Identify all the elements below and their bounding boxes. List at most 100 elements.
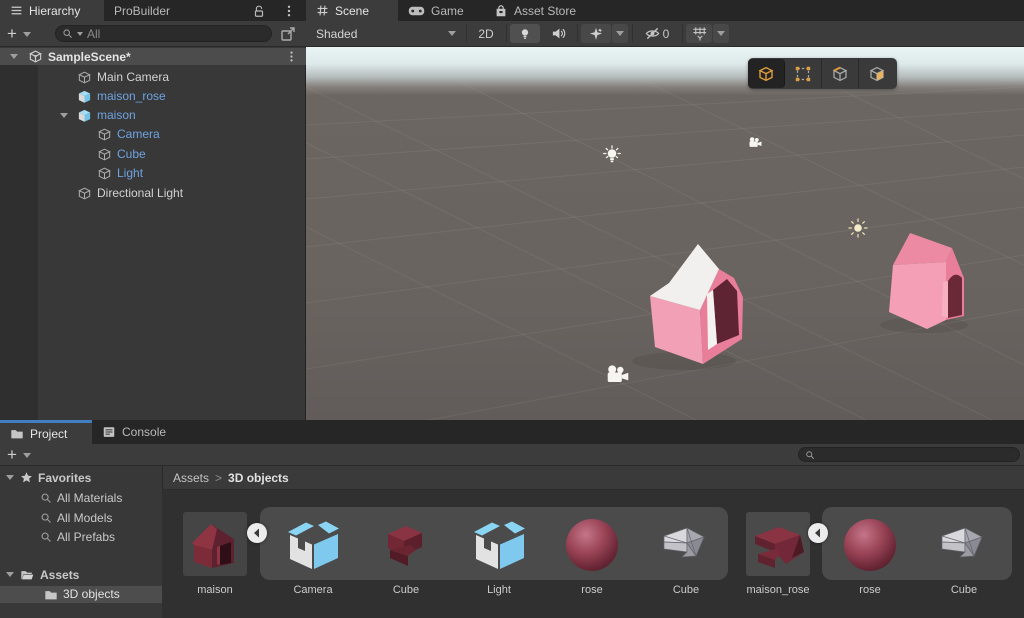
scene-audio-button[interactable] — [542, 24, 574, 43]
asset-label: Camera — [273, 584, 353, 598]
create-asset-caret[interactable] — [23, 453, 31, 458]
sidebar-item-label: All Models — [57, 511, 112, 525]
folder-icon — [44, 588, 58, 602]
tab-probuilder[interactable]: ProBuilder — [104, 0, 206, 21]
face-mode-icon — [868, 65, 886, 83]
sphere-material-thumbnail — [838, 512, 902, 576]
hierarchy-search-field[interactable]: All — [55, 25, 272, 42]
asset-maison[interactable] — [183, 512, 247, 576]
sidebar-folder-3d-objects[interactable]: 3D objects — [0, 586, 162, 603]
scene-effects-caret[interactable] — [612, 24, 628, 43]
assets-label: Assets — [40, 568, 79, 582]
scene-viewport[interactable] — [306, 47, 1024, 420]
collapse-prefab-button[interactable] — [247, 523, 267, 543]
tab-project[interactable]: Project — [0, 420, 92, 444]
hidden-objects-count: 0 — [663, 27, 670, 41]
hierarchy-item-main-camera[interactable]: Main Camera — [0, 68, 306, 87]
create-object-button[interactable]: + — [7, 25, 17, 42]
tab-asset-store-label: Asset Store — [514, 4, 576, 18]
point-light-gizmo — [604, 146, 620, 162]
kebab-menu-icon[interactable] — [285, 50, 298, 63]
sidebar-item-all-models[interactable]: All Models — [0, 510, 162, 526]
shading-mode-dropdown[interactable]: Shaded — [310, 24, 462, 43]
tab-hierarchy-label: Hierarchy — [29, 4, 80, 18]
expand-caret-icon[interactable] — [60, 113, 68, 118]
tab-hierarchy[interactable]: Hierarchy — [0, 0, 104, 21]
hierarchy-item-camera[interactable]: Camera — [0, 125, 306, 144]
cube-outline-icon — [97, 166, 112, 181]
hidden-objects-button[interactable]: 0 — [636, 24, 678, 43]
hierarchy-item-label: maison_rose — [97, 89, 166, 103]
toolbar-separator — [506, 24, 507, 42]
grid-snap-caret[interactable] — [713, 24, 729, 43]
tab-game-label: Game — [431, 4, 464, 18]
lock-icon[interactable] — [252, 4, 266, 18]
hierarchy-item-label: Camera — [117, 127, 160, 141]
sidebar-item-all-prefabs[interactable]: All Prefabs — [0, 529, 162, 545]
tab-scene-label: Scene — [335, 4, 369, 18]
scene-object-maison — [650, 244, 743, 364]
breadcrumb-root[interactable]: Assets — [173, 471, 209, 485]
hierarchy-item-maison-rose[interactable]: maison_rose — [0, 87, 306, 106]
create-dropdown-caret[interactable] — [23, 32, 31, 37]
toolbar-separator — [466, 24, 467, 42]
gray-mesh-thumbnail — [654, 512, 718, 576]
asset-cube-mesh[interactable] — [654, 512, 718, 576]
tab-project-label: Project — [30, 427, 67, 441]
asset-cube-mesh-2[interactable] — [932, 512, 996, 576]
hierarchy-item-cube[interactable]: Cube — [0, 145, 306, 164]
scene-asset-icon — [28, 49, 43, 64]
grid-snap-button[interactable] — [686, 24, 712, 43]
hierarchy-panel: SampleScene* Main Camera maison_rose mai… — [0, 47, 306, 420]
expand-caret-icon[interactable] — [6, 572, 14, 577]
pb-edge-mode-button[interactable] — [822, 59, 859, 88]
star-icon — [20, 471, 33, 484]
expand-caret-icon[interactable] — [10, 54, 18, 59]
pick-window-icon[interactable] — [280, 26, 296, 42]
sidebar-item-all-materials[interactable]: All Materials — [0, 490, 162, 506]
pb-vertex-mode-button[interactable] — [785, 59, 822, 88]
collapse-prefab-button[interactable] — [808, 523, 828, 543]
hierarchy-item-directional-light[interactable]: Directional Light — [0, 184, 306, 203]
tab-console[interactable]: Console — [92, 420, 187, 444]
tab-scene[interactable]: Scene — [306, 0, 398, 21]
search-type-caret[interactable] — [77, 32, 83, 36]
probuilder-mode-toolbar — [748, 58, 897, 89]
asset-cube-maroon[interactable] — [374, 512, 438, 576]
scene-effects-button[interactable] — [581, 24, 611, 43]
asset-rose[interactable] — [560, 512, 624, 576]
hierarchy-item-maison[interactable]: maison — [0, 106, 306, 125]
prefab-box-thumbnail — [467, 512, 531, 576]
tab-game[interactable]: Game — [398, 0, 484, 21]
prefab-cube-icon — [77, 89, 92, 104]
camera-gizmo-large — [608, 365, 629, 382]
vertex-mode-icon — [794, 65, 812, 83]
asset-maison-rose[interactable] — [746, 512, 810, 576]
asset-rose-2[interactable] — [838, 512, 902, 576]
pb-object-mode-button[interactable] — [748, 59, 785, 88]
sidebar-assets-folder[interactable]: Assets — [0, 567, 162, 583]
toolbar-separator — [577, 24, 578, 42]
kebab-menu-icon[interactable] — [282, 4, 296, 18]
scene-tabbar: Scene Game Asset Store — [306, 0, 1024, 21]
project-tabbar: Project Console — [0, 420, 1024, 444]
sidebar-favorites[interactable]: Favorites — [0, 470, 162, 486]
toggle-2d-button[interactable]: 2D — [470, 24, 502, 43]
tab-asset-store[interactable]: Asset Store — [484, 0, 602, 21]
pb-face-mode-button[interactable] — [859, 59, 895, 88]
hierarchy-item-light[interactable]: Light — [0, 164, 306, 183]
asset-light[interactable] — [467, 512, 531, 576]
project-search-field[interactable] — [798, 447, 1020, 462]
hierarchy-item-label: maison — [97, 108, 136, 122]
bulb-icon — [518, 27, 532, 41]
scene-lighting-button[interactable] — [510, 24, 540, 43]
create-asset-button[interactable]: + — [7, 446, 17, 463]
sidebar-folder-label: 3D objects — [63, 587, 120, 601]
asset-camera[interactable] — [281, 512, 345, 576]
asset-label: Cube — [646, 584, 726, 598]
tab-console-label: Console — [122, 425, 166, 439]
breadcrumb-current[interactable]: 3D objects — [228, 471, 289, 485]
hierarchy-scene-row[interactable]: SampleScene* — [0, 48, 306, 65]
expand-caret-icon[interactable] — [6, 475, 14, 480]
hierarchy-item-label: Cube — [117, 147, 146, 161]
